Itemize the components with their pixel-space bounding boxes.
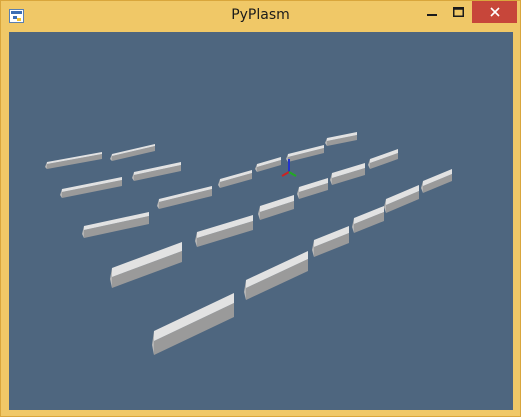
app-window: PyPlasm [0,0,521,417]
beam-9 [286,145,324,162]
beam-7 [218,170,252,188]
beam-22 [421,169,452,193]
beam-5 [82,212,149,238]
close-icon [489,7,500,17]
beam-end-face [244,280,246,300]
beam-21 [384,185,419,213]
y-axis-line [288,171,297,177]
minimize-icon [427,14,437,16]
beam-end-face [255,164,257,172]
beam-3 [60,177,122,198]
beam-19 [312,226,349,257]
beam-11 [110,242,182,288]
axes-gizmo [281,159,297,177]
title-bar[interactable]: PyPlasm [1,1,520,32]
beam-end-face [152,331,154,355]
beam-end-face [132,172,134,181]
beam-13 [258,195,294,220]
beam-end-face [312,240,314,257]
beam-17 [152,293,234,355]
beam-end-face [110,154,112,161]
beam-2 [110,144,155,161]
beam-16 [368,149,398,169]
beam-end-face [384,199,386,213]
close-button[interactable] [472,1,517,23]
beam-end-face [325,138,327,146]
minimize-button[interactable] [419,1,445,23]
beam-18 [244,251,308,300]
beam-14 [297,178,328,199]
maximize-icon [452,7,464,17]
beam-end-face [286,154,288,162]
beam-end-face [258,206,260,220]
beam-4 [132,162,181,181]
beam-10 [325,132,357,146]
beam-end-face [330,173,332,185]
beam-end-face [368,159,370,169]
beam-8 [255,157,281,172]
beam-end-face [218,179,220,188]
beam-end-face [110,268,112,288]
maximize-button[interactable] [445,1,471,23]
x-axis-line [281,171,290,177]
beam-end-face [157,199,159,209]
beam-end-face [195,232,197,247]
3d-viewport[interactable] [9,32,513,410]
scene-canvas[interactable] [9,32,513,410]
beam-end-face [421,181,423,193]
beam-end-face [82,226,84,238]
beam-6 [157,186,212,209]
beam-end-face [60,189,62,198]
beam-end-face [352,218,354,233]
beam-end-face [297,187,299,199]
beam-20 [352,206,384,233]
beam-15 [330,163,365,185]
beam-12 [195,215,253,247]
beam-end-face [45,162,47,169]
beam-1 [45,152,102,169]
